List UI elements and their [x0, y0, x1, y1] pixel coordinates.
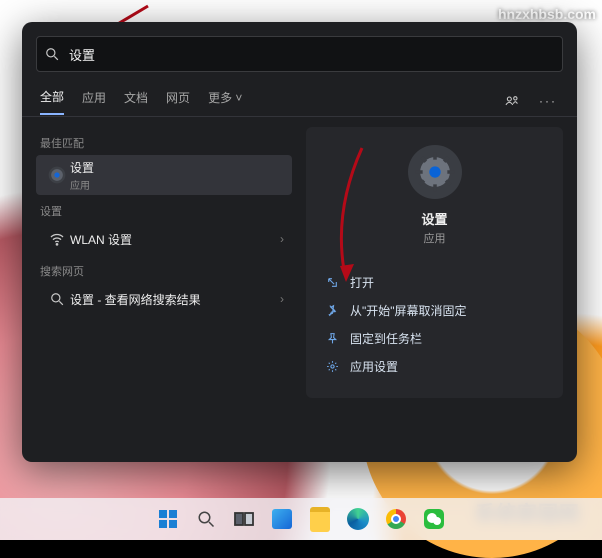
- tab-web[interactable]: 网页: [166, 89, 190, 114]
- result-title: 设置 - 查看网络搜索结果: [70, 291, 280, 308]
- section-settings: 设置: [40, 203, 292, 219]
- taskbar-taskview[interactable]: [229, 504, 259, 534]
- taskbar-chrome[interactable]: [381, 504, 411, 534]
- pin-icon: [324, 332, 340, 345]
- section-best-match: 最佳匹配: [40, 135, 292, 151]
- taskbar-wechat[interactable]: [419, 504, 449, 534]
- chevron-right-icon: ›: [280, 292, 284, 306]
- taskbar-explorer[interactable]: [305, 504, 335, 534]
- detail-title: 设置: [421, 209, 447, 228]
- open-icon: [324, 276, 340, 289]
- search-bar[interactable]: [36, 36, 563, 72]
- search-input[interactable]: [67, 36, 562, 72]
- search-icon: [37, 47, 67, 61]
- result-web-search[interactable]: 设置 - 查看网络搜索结果 ›: [36, 283, 292, 315]
- action-pin-taskbar[interactable]: 固定到任务栏: [324, 324, 545, 352]
- action-label: 从"开始"屏幕取消固定: [350, 302, 467, 319]
- chevron-right-icon: ›: [280, 232, 284, 246]
- action-open[interactable]: 打开: [324, 268, 545, 296]
- result-settings-app[interactable]: 设置 应用: [36, 155, 292, 195]
- account-icon[interactable]: [501, 90, 523, 112]
- search-icon: [44, 292, 70, 306]
- taskbar: [0, 498, 602, 540]
- unpin-icon: [324, 304, 340, 317]
- action-label: 应用设置: [350, 358, 398, 375]
- detail-sub: 应用: [424, 230, 446, 246]
- detail-panel: 设置 应用 打开 从"开始"屏幕取消固定 固定到任务栏: [306, 127, 563, 462]
- chrome-icon: [386, 509, 406, 529]
- gear-icon: [408, 145, 462, 199]
- more-options-icon[interactable]: ···: [537, 90, 559, 112]
- tab-documents[interactable]: 文档: [124, 89, 148, 114]
- tab-all[interactable]: 全部: [40, 88, 64, 115]
- results-panel: 最佳匹配 设置 应用 设置 WLAN 设置 › 搜索网页: [36, 127, 292, 462]
- edge-icon: [347, 508, 369, 530]
- result-wlan-settings[interactable]: WLAN 设置 ›: [36, 223, 292, 255]
- result-sub: 应用: [70, 177, 284, 192]
- taskbar-widgets[interactable]: [267, 504, 297, 534]
- section-search-web: 搜索网页: [40, 263, 292, 279]
- gear-icon: [324, 360, 340, 373]
- watermark-top: hnzxhbsb.com: [498, 6, 596, 22]
- gear-icon: [44, 165, 70, 185]
- action-label: 打开: [350, 274, 374, 291]
- tab-apps[interactable]: 应用: [82, 89, 106, 114]
- tab-more[interactable]: 更多: [208, 89, 242, 114]
- start-search-window: 全部 应用 文档 网页 更多 ··· 最佳匹配 设置 应用 设置: [22, 22, 577, 462]
- action-app-settings[interactable]: 应用设置: [324, 352, 545, 380]
- wifi-icon: [44, 231, 70, 247]
- result-title: WLAN 设置: [70, 231, 280, 248]
- taskbar-edge[interactable]: [343, 504, 373, 534]
- taskbar-search[interactable]: [191, 504, 221, 534]
- action-label: 固定到任务栏: [350, 330, 422, 347]
- search-tabs: 全部 应用 文档 网页 更多 ···: [22, 86, 577, 117]
- result-title: 设置: [70, 159, 284, 176]
- action-unpin-start[interactable]: 从"开始"屏幕取消固定: [324, 296, 545, 324]
- taskbar-start[interactable]: [153, 504, 183, 534]
